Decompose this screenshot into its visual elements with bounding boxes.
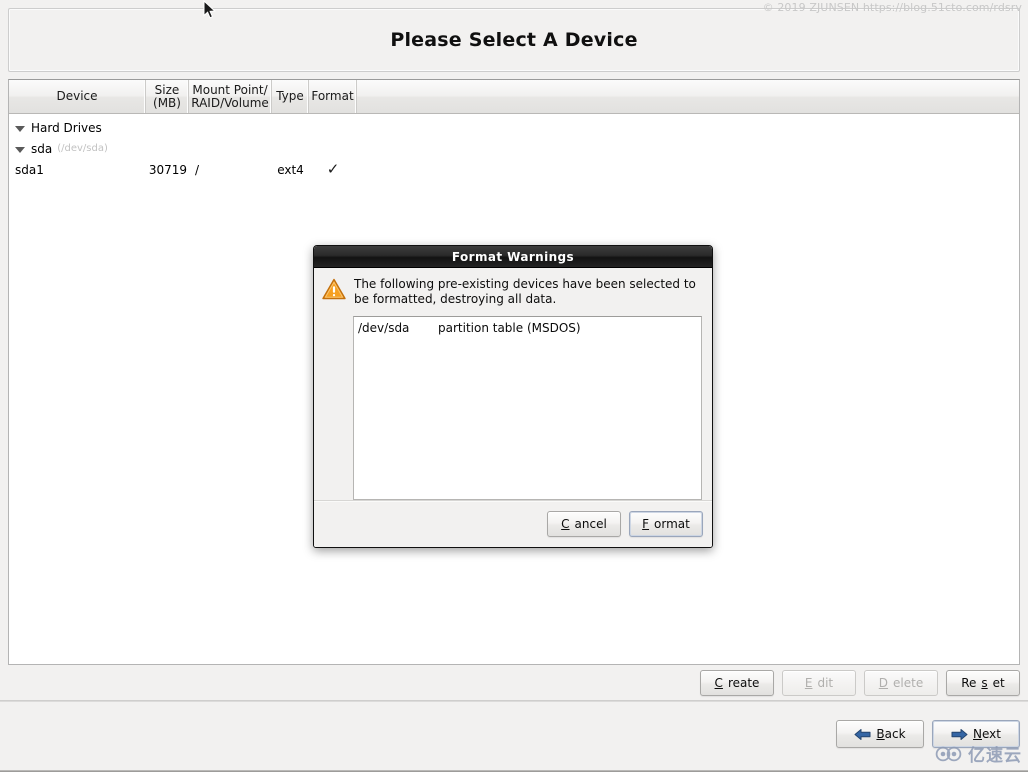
delete-button[interactable]: Delete: [864, 669, 938, 696]
dialog-message: The following pre-existing devices have …: [354, 277, 696, 306]
create-button-label: reate: [727, 675, 760, 690]
reset-button-prefix: Re: [961, 675, 977, 690]
column-header-mount-line1: Mount Point/: [192, 82, 268, 97]
dialog-body: The following pre-existing devices have …: [314, 268, 712, 500]
warning-triangle-icon: [322, 278, 346, 300]
row-device-label: sda1: [15, 162, 44, 177]
watermark-logo: 亿速云: [934, 741, 1022, 766]
row-type-cell: ext4: [277, 162, 304, 177]
column-header-type[interactable]: Type: [272, 80, 309, 113]
column-header-device[interactable]: Device: [9, 80, 146, 113]
triangle-down-icon[interactable]: [15, 125, 25, 132]
table-row[interactable]: Hard Drives: [9, 117, 1019, 138]
delete-button-label: elete: [893, 675, 924, 690]
list-item[interactable]: /dev/sda partition table (MSDOS): [358, 320, 701, 336]
dialog-format-label: ormat: [654, 517, 690, 531]
partition-action-bar: Create Edit Delete Re s et: [0, 665, 1028, 700]
page-title: Please Select A Device: [390, 29, 638, 51]
column-header-size[interactable]: Size (MB): [146, 80, 189, 113]
row-format-check-icon: ✓: [326, 162, 340, 177]
row-device-label: Hard Drives: [31, 120, 102, 135]
row-device-cell: Hard Drives: [9, 121, 146, 135]
row-device-cell: sda (/dev/sda): [9, 142, 146, 156]
list-item-device: /dev/sda: [358, 321, 410, 335]
column-header-mount-line2: RAID/Volume: [191, 95, 269, 110]
arrow-left-icon: [854, 728, 871, 740]
edit-button-mnemonic: E: [804, 675, 813, 690]
next-button-mnemonic: N: [973, 727, 982, 741]
dialog-device-list[interactable]: /dev/sda partition table (MSDOS): [353, 316, 702, 500]
dialog-cancel-button[interactable]: Cancel: [547, 511, 621, 537]
column-header-filler: [357, 80, 1019, 113]
edit-button[interactable]: Edit: [782, 669, 856, 696]
watermark-top-text: © 2019 ZJUNSEN https://blog.51cto.com/rd…: [762, 1, 1022, 14]
back-button[interactable]: Back: [836, 720, 924, 748]
cloud-icon: [935, 746, 962, 761]
dialog-titlebar: Format Warnings: [314, 246, 712, 268]
device-table-header: Device Size (MB) Mount Point/ RAID/Volum…: [9, 80, 1019, 114]
watermark-logo-text: 亿速云: [968, 746, 1022, 766]
arrow-right-icon: [951, 728, 968, 740]
dialog-format-mnemonic: F: [642, 517, 650, 531]
row-device-cell: sda1: [9, 163, 146, 177]
dialog-action-bar: Cancel Format: [314, 500, 712, 547]
header-panel: Please Select A Device: [8, 8, 1020, 72]
row-size-cell: 30719: [148, 162, 187, 177]
column-header-format[interactable]: Format: [309, 80, 357, 113]
back-button-mnemonic: B: [876, 727, 885, 741]
delete-button-mnemonic: D: [878, 675, 889, 690]
navigation-bar: Back Next: [0, 702, 1028, 772]
dialog-cancel-label: ancel: [574, 517, 607, 531]
format-warnings-dialog: Format Warnings The following pre-existi…: [313, 245, 713, 548]
next-button-label: ext: [982, 727, 1001, 741]
reset-button[interactable]: Re s et: [946, 669, 1020, 696]
reset-button-mnemonic: s: [981, 675, 988, 690]
row-mount-cell: /: [195, 162, 200, 177]
dialog-message-row: The following pre-existing devices have …: [322, 276, 702, 307]
table-row[interactable]: sda (/dev/sda): [9, 138, 1019, 159]
create-button-mnemonic: C: [714, 675, 723, 690]
back-button-label: ack: [884, 727, 906, 741]
table-row[interactable]: sda1 30719 / ext4 ✓: [9, 159, 1019, 180]
dialog-format-button[interactable]: Format: [629, 511, 703, 537]
dialog-title: Format Warnings: [451, 249, 575, 264]
create-button[interactable]: Create: [700, 669, 774, 696]
row-device-path: (/dev/sda): [57, 143, 108, 154]
triangle-down-icon[interactable]: [15, 146, 25, 153]
list-item-description: partition table (MSDOS): [438, 321, 581, 335]
edit-button-label: dit: [817, 675, 834, 690]
column-header-mount-point[interactable]: Mount Point/ RAID/Volume: [189, 80, 272, 113]
column-header-size-line2: (MB): [153, 95, 181, 110]
dialog-cancel-mnemonic: C: [561, 517, 570, 531]
row-device-label: sda: [31, 141, 53, 156]
column-header-size-line1: Size: [154, 82, 180, 97]
reset-button-label: et: [992, 675, 1005, 690]
